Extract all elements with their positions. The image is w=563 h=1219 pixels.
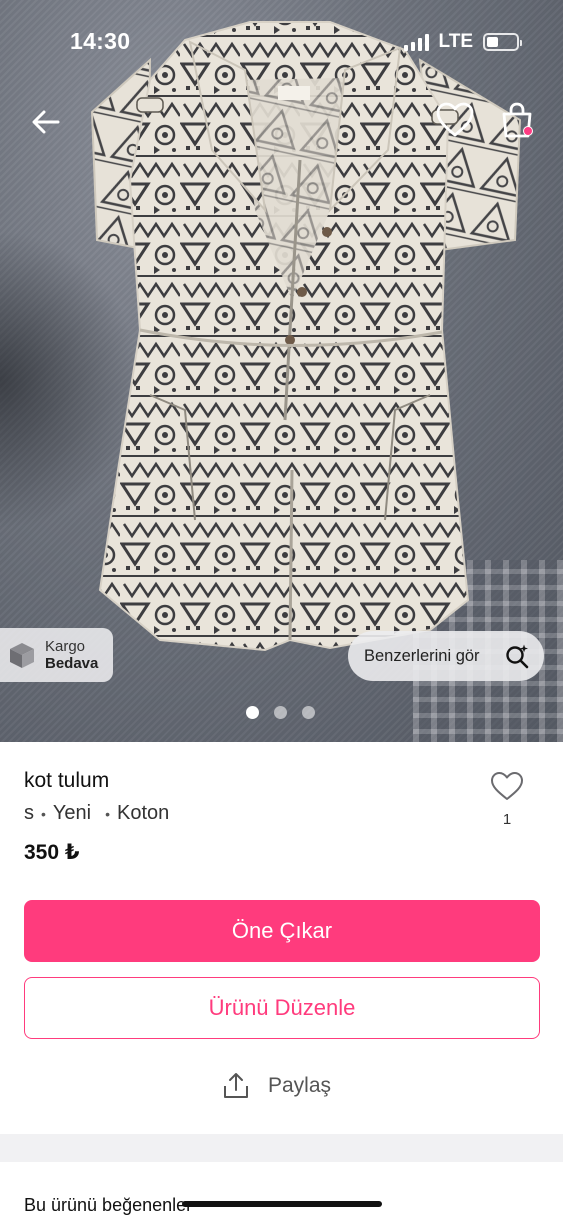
- pagination-dot[interactable]: [246, 706, 259, 719]
- meta-separator: •: [105, 805, 111, 822]
- section-divider: [0, 1134, 563, 1162]
- product-title: kot tulum: [24, 769, 110, 792]
- status-time: 14:30: [70, 28, 131, 54]
- shopping-bag-icon[interactable]: [496, 100, 538, 142]
- meta-separator: •: [41, 805, 46, 822]
- kargo-label: Kargo: [45, 638, 86, 655]
- battery-level: [487, 37, 499, 47]
- share-icon: [224, 1073, 248, 1098]
- see-similar-label: Benzerlerini gör: [364, 646, 480, 665]
- favorite-heart-icon[interactable]: [434, 100, 476, 140]
- like-button[interactable]: 1: [488, 770, 526, 828]
- battery-icon: [483, 33, 522, 51]
- photo-pagination[interactable]: [246, 706, 315, 719]
- product-meta: s • Yeni • Koton: [24, 802, 169, 825]
- product-photo[interactable]: 14:30 LTE Kargo Bedava Benzerlerini gör: [0, 0, 563, 742]
- heart-outline-icon: [491, 772, 523, 800]
- product-condition: Yeni: [52, 802, 92, 824]
- status-indicators: LTE: [403, 31, 522, 53]
- product-size: s: [24, 802, 34, 824]
- back-arrow-icon[interactable]: [28, 104, 64, 140]
- likers-section-title: Bu ürünü beğenenler: [24, 1195, 193, 1215]
- product-details: kot tulum s • Yeni • Koton 350 ₺ 1 Öne Ç…: [0, 742, 563, 1134]
- bedava-label: Bedava: [45, 655, 99, 672]
- signal-icon: [403, 33, 429, 51]
- edit-product-button[interactable]: Ürünü Düzenle: [24, 977, 540, 1039]
- see-similar-button[interactable]: Benzerlerini gör: [348, 631, 544, 681]
- home-indicator: [182, 1201, 382, 1207]
- search-sparkle-icon: [506, 644, 529, 669]
- like-count: 1: [502, 811, 512, 828]
- share-button[interactable]: Paylaş: [222, 1068, 331, 1104]
- pagination-dot[interactable]: [302, 706, 315, 719]
- product-price: 350 ₺: [24, 841, 80, 864]
- free-shipping-badge: Kargo Bedava: [0, 628, 113, 682]
- likers-section: Bu ürünü beğenenler: [0, 1162, 563, 1219]
- box-icon: [10, 643, 34, 668]
- product-brand[interactable]: Koton: [117, 802, 169, 825]
- network-type: LTE: [438, 31, 473, 52]
- status-bar: 14:30 LTE: [0, 0, 563, 86]
- pagination-dot[interactable]: [274, 706, 287, 719]
- bag-notification-dot: [523, 126, 533, 136]
- promote-button[interactable]: Öne Çıkar: [24, 900, 540, 962]
- share-label: Paylaş: [268, 1074, 332, 1097]
